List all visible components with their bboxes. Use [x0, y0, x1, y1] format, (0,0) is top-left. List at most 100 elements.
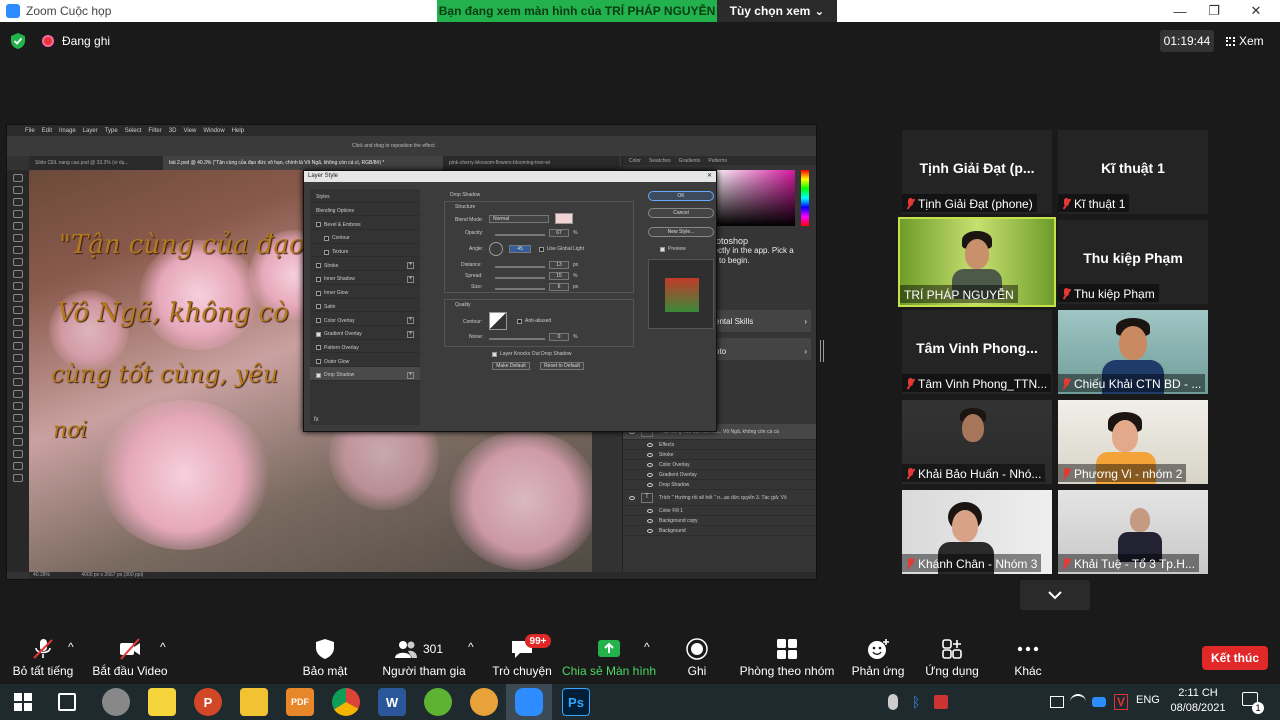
make-default-button[interactable]: Make Default — [492, 362, 530, 370]
participant-tile[interactable]: Thu kiệp Phạm Thu kiệp Phạm — [1058, 220, 1208, 304]
ps-tool-icon[interactable] — [13, 462, 23, 470]
style-list-item[interactable]: Drop Shadow + — [310, 366, 420, 381]
security-button[interactable]: Bảo mật — [300, 630, 350, 678]
size-slider[interactable] — [495, 288, 545, 290]
ps-menu-item[interactable]: Filter — [148, 128, 161, 134]
ps-tool-icon[interactable] — [13, 426, 23, 434]
shared-screen-photoshop[interactable]: File Edit Image Layer Type Select Filter 3D View… — [6, 124, 817, 580]
unmute-all-button[interactable]: Bỏ tất tiếng — [12, 630, 74, 678]
spread-slider[interactable] — [495, 277, 545, 279]
new-style-button[interactable]: New Style... — [648, 227, 714, 237]
ps-menu-item[interactable]: Select — [125, 128, 142, 134]
style-checkbox[interactable] — [316, 276, 321, 282]
ps-layer-row[interactable]: Background copy — [623, 516, 816, 526]
color-picker-field[interactable] — [711, 170, 795, 226]
ps-layer-row[interactable]: Color Overlay — [623, 460, 816, 470]
dialog-close-icon[interactable]: ✕ — [707, 172, 712, 179]
style-checkbox[interactable] — [316, 290, 321, 296]
style-checkbox[interactable] — [316, 331, 321, 337]
style-checkbox[interactable] — [316, 359, 321, 365]
ps-menu-item[interactable]: View — [183, 128, 196, 134]
battery-icon[interactable] — [1050, 696, 1064, 708]
ps-layer-row[interactable]: Effects — [623, 440, 816, 450]
ps-tool-icon[interactable] — [13, 198, 23, 206]
participants-button[interactable]: 301 Người tham gia — [382, 630, 466, 678]
breakout-rooms-button[interactable]: Phòng theo nhóm — [740, 630, 834, 678]
participant-tile[interactable]: Kĩ thuật 1 Kĩ thuật 1 — [1058, 130, 1208, 214]
maximize-button[interactable]: ❐ — [1194, 0, 1234, 22]
style-list-item[interactable]: Styles — [310, 189, 420, 203]
ok-button[interactable]: OK — [648, 191, 714, 201]
add-style-icon[interactable]: + — [407, 275, 414, 283]
ps-tool-icon[interactable] — [13, 414, 23, 422]
spread-input[interactable]: 15 — [549, 272, 569, 280]
ps-menu-item[interactable]: Layer — [83, 128, 98, 134]
ps-menu-item[interactable]: Help — [232, 128, 244, 134]
style-checkbox[interactable] — [316, 345, 321, 351]
ps-tool-icon[interactable] — [13, 402, 23, 410]
zoom-tray-icon[interactable] — [1092, 697, 1106, 707]
eye-icon[interactable] — [647, 462, 653, 467]
eye-icon[interactable] — [647, 508, 653, 513]
tray-app-icon[interactable] — [934, 695, 948, 709]
ps-tool-icon[interactable] — [13, 210, 23, 218]
wifi-icon[interactable] — [1070, 694, 1086, 710]
ps-tool-icon[interactable] — [13, 282, 23, 290]
split-handle[interactable] — [820, 340, 824, 362]
style-list-item[interactable]: Pattern Overlay — [310, 340, 420, 354]
learn-photo-item[interactable]: oto › — [711, 338, 811, 360]
eye-icon[interactable] — [647, 482, 653, 487]
ps-menu-item[interactable]: 3D — [169, 128, 177, 134]
noise-input[interactable]: 0 — [549, 333, 569, 341]
ps-tool-icon[interactable] — [13, 450, 23, 458]
caret-up-icon[interactable]: ^ — [468, 640, 474, 654]
add-style-icon[interactable]: + — [407, 371, 414, 379]
participant-tile[interactable]: Chiếu Khải CTN BD - ... — [1058, 310, 1208, 394]
distance-input[interactable]: 13 — [549, 261, 569, 269]
view-options-button[interactable]: Tùy chọn xem ⌄ — [717, 0, 837, 22]
chrome-icon[interactable] — [332, 688, 360, 716]
ps-tool-icon[interactable] — [13, 258, 23, 266]
sticky-notes-icon[interactable] — [148, 688, 176, 716]
ps-tool-icon[interactable] — [13, 474, 23, 482]
ps-menu-item[interactable]: Image — [59, 128, 76, 134]
style-list-item[interactable]: Outer Glow — [310, 353, 420, 367]
ps-tool-icon[interactable] — [13, 366, 23, 374]
ps-tool-icon[interactable] — [13, 270, 23, 278]
distance-slider[interactable] — [495, 266, 545, 268]
style-list-item[interactable]: Color Overlay + — [310, 312, 420, 326]
add-style-icon[interactable]: + — [407, 262, 414, 270]
ps-layer-row[interactable]: Background — [623, 526, 816, 536]
ps-layer-row[interactable]: Color Fill 1 — [623, 506, 816, 516]
more-button[interactable]: Khác — [1012, 630, 1044, 678]
caret-up-icon[interactable]: ^ — [68, 640, 74, 654]
fx-icon[interactable]: fx — [314, 417, 319, 423]
style-checkbox[interactable] — [324, 249, 329, 255]
eye-icon[interactable] — [647, 528, 653, 533]
ps-layer-row[interactable]: Stroke — [623, 450, 816, 460]
pdf-icon[interactable]: PDF — [286, 688, 314, 716]
start-video-button[interactable]: Bắt đầu Video — [92, 630, 168, 678]
global-light-checkbox[interactable] — [539, 247, 544, 252]
style-checkbox[interactable] — [316, 222, 321, 228]
add-style-icon[interactable]: + — [407, 317, 414, 325]
ps-tab-active[interactable]: bài 2.psd @ 40.3% ("Tận cùng của đạo đức… — [163, 156, 443, 170]
preview-checkbox[interactable] — [660, 247, 665, 252]
eye-icon[interactable] — [647, 452, 653, 457]
participant-tile[interactable]: Khải Tuệ - Tổ 3 Tp.H... — [1058, 490, 1208, 574]
powerpoint-icon[interactable]: P — [194, 688, 222, 716]
ps-tool-icon[interactable] — [13, 174, 23, 182]
ps-tool-icon[interactable] — [13, 342, 23, 350]
participant-tile[interactable]: Tịnh Giải Đạt (p... Tịnh Giải Đạt (phone… — [902, 130, 1052, 214]
ps-menu-item[interactable]: File — [25, 128, 35, 134]
style-list-item[interactable]: Contour — [310, 230, 420, 244]
layer-style-dialog[interactable]: Layer Style ✕ Styles Blending Options Beve… — [303, 170, 717, 432]
opacity-slider[interactable] — [495, 234, 545, 236]
ps-menu-item[interactable]: Type — [105, 128, 118, 134]
angle-dial[interactable] — [489, 242, 503, 256]
ps-panel-tab[interactable]: Color — [629, 158, 641, 164]
ps-tool-icon[interactable] — [13, 378, 23, 386]
ps-menu-item[interactable]: Edit — [42, 128, 52, 134]
ps-tool-icon[interactable] — [13, 438, 23, 446]
eye-icon[interactable] — [629, 495, 635, 500]
